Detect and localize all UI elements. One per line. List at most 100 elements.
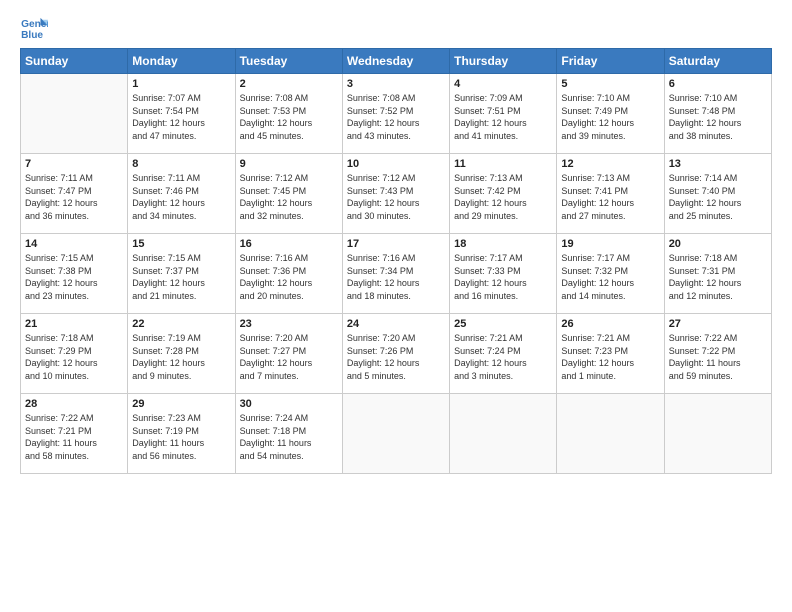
logo: General Blue: [20, 16, 52, 40]
col-header-monday: Monday: [128, 49, 235, 74]
day-cell: 27 Sunrise: 7:22 AM Sunset: 7:22 PM Dayli…: [664, 314, 771, 394]
day-number: 25: [454, 318, 552, 330]
calendar-table: SundayMondayTuesdayWednesdayThursdayFrid…: [20, 48, 772, 474]
day-info: Sunrise: 7:15 AM Sunset: 7:38 PM Dayligh…: [25, 252, 123, 302]
day-cell: 30 Sunrise: 7:24 AM Sunset: 7:18 PM Dayli…: [235, 394, 342, 474]
day-cell: [450, 394, 557, 474]
day-info: Sunrise: 7:16 AM Sunset: 7:36 PM Dayligh…: [240, 252, 338, 302]
day-cell: 14 Sunrise: 7:15 AM Sunset: 7:38 PM Dayli…: [21, 234, 128, 314]
col-header-thursday: Thursday: [450, 49, 557, 74]
day-cell: 11Sunrise: 7:13 AM Sunset: 7:42 PM Dayli…: [450, 154, 557, 234]
day-info: Sunrise: 7:22 AM Sunset: 7:22 PM Dayligh…: [669, 332, 767, 382]
week-row-2: 7 Sunrise: 7:11 AM Sunset: 7:47 PM Daylig…: [21, 154, 772, 234]
day-cell: 4 Sunrise: 7:09 AM Sunset: 7:51 PM Daylig…: [450, 74, 557, 154]
day-info: Sunrise: 7:13 AM Sunset: 7:41 PM Dayligh…: [561, 172, 659, 222]
day-info: Sunrise: 7:22 AM Sunset: 7:21 PM Dayligh…: [25, 412, 123, 462]
col-header-wednesday: Wednesday: [342, 49, 449, 74]
day-info: Sunrise: 7:13 AM Sunset: 7:42 PM Dayligh…: [454, 172, 552, 222]
day-number: 4: [454, 78, 552, 90]
day-number: 27: [669, 318, 767, 330]
day-number: 12: [561, 158, 659, 170]
day-info: Sunrise: 7:11 AM Sunset: 7:46 PM Dayligh…: [132, 172, 230, 222]
day-number: 3: [347, 78, 445, 90]
day-cell: 29Sunrise: 7:23 AM Sunset: 7:19 PM Dayli…: [128, 394, 235, 474]
day-cell: 8 Sunrise: 7:11 AM Sunset: 7:46 PM Daylig…: [128, 154, 235, 234]
day-number: 23: [240, 318, 338, 330]
day-info: Sunrise: 7:10 AM Sunset: 7:48 PM Dayligh…: [669, 92, 767, 142]
day-cell: 13Sunrise: 7:14 AM Sunset: 7:40 PM Dayli…: [664, 154, 771, 234]
day-number: 17: [347, 238, 445, 250]
day-cell: 5 Sunrise: 7:10 AM Sunset: 7:49 PM Daylig…: [557, 74, 664, 154]
day-number: 15: [132, 238, 230, 250]
day-number: 5: [561, 78, 659, 90]
week-row-4: 21Sunrise: 7:18 AM Sunset: 7:29 PM Dayli…: [21, 314, 772, 394]
day-info: Sunrise: 7:16 AM Sunset: 7:34 PM Dayligh…: [347, 252, 445, 302]
col-header-saturday: Saturday: [664, 49, 771, 74]
day-number: 8: [132, 158, 230, 170]
day-cell: 24 Sunrise: 7:20 AM Sunset: 7:26 PM Dayli…: [342, 314, 449, 394]
day-number: 22: [132, 318, 230, 330]
day-info: Sunrise: 7:15 AM Sunset: 7:37 PM Dayligh…: [132, 252, 230, 302]
day-cell: 19 Sunrise: 7:17 AM Sunset: 7:32 PM Dayli…: [557, 234, 664, 314]
day-info: Sunrise: 7:09 AM Sunset: 7:51 PM Dayligh…: [454, 92, 552, 142]
day-number: 18: [454, 238, 552, 250]
day-cell: 3 Sunrise: 7:08 AM Sunset: 7:52 PM Daylig…: [342, 74, 449, 154]
day-cell: 12 Sunrise: 7:13 AM Sunset: 7:41 PM Dayli…: [557, 154, 664, 234]
day-number: 9: [240, 158, 338, 170]
day-cell: 23Sunrise: 7:20 AM Sunset: 7:27 PM Dayli…: [235, 314, 342, 394]
day-number: 7: [25, 158, 123, 170]
day-info: Sunrise: 7:10 AM Sunset: 7:49 PM Dayligh…: [561, 92, 659, 142]
day-number: 1: [132, 78, 230, 90]
day-cell: 16 Sunrise: 7:16 AM Sunset: 7:36 PM Dayli…: [235, 234, 342, 314]
header: General Blue: [20, 16, 772, 40]
day-cell: 2 Sunrise: 7:08 AM Sunset: 7:53 PM Daylig…: [235, 74, 342, 154]
day-info: Sunrise: 7:21 AM Sunset: 7:24 PM Dayligh…: [454, 332, 552, 382]
day-info: Sunrise: 7:08 AM Sunset: 7:52 PM Dayligh…: [347, 92, 445, 142]
day-number: 14: [25, 238, 123, 250]
day-info: Sunrise: 7:17 AM Sunset: 7:33 PM Dayligh…: [454, 252, 552, 302]
day-info: Sunrise: 7:18 AM Sunset: 7:29 PM Dayligh…: [25, 332, 123, 382]
day-number: 16: [240, 238, 338, 250]
day-info: Sunrise: 7:07 AM Sunset: 7:54 PM Dayligh…: [132, 92, 230, 142]
day-info: Sunrise: 7:24 AM Sunset: 7:18 PM Dayligh…: [240, 412, 338, 462]
day-info: Sunrise: 7:23 AM Sunset: 7:19 PM Dayligh…: [132, 412, 230, 462]
col-header-friday: Friday: [557, 49, 664, 74]
day-info: Sunrise: 7:12 AM Sunset: 7:45 PM Dayligh…: [240, 172, 338, 222]
day-cell: 26Sunrise: 7:21 AM Sunset: 7:23 PM Dayli…: [557, 314, 664, 394]
day-cell: 9 Sunrise: 7:12 AM Sunset: 7:45 PM Daylig…: [235, 154, 342, 234]
day-info: Sunrise: 7:20 AM Sunset: 7:26 PM Dayligh…: [347, 332, 445, 382]
day-info: Sunrise: 7:08 AM Sunset: 7:53 PM Dayligh…: [240, 92, 338, 142]
day-info: Sunrise: 7:17 AM Sunset: 7:32 PM Dayligh…: [561, 252, 659, 302]
week-row-5: 28 Sunrise: 7:22 AM Sunset: 7:21 PM Dayli…: [21, 394, 772, 474]
day-number: 28: [25, 398, 123, 410]
col-header-tuesday: Tuesday: [235, 49, 342, 74]
day-number: 20: [669, 238, 767, 250]
day-cell: 20 Sunrise: 7:18 AM Sunset: 7:31 PM Dayli…: [664, 234, 771, 314]
day-cell: 28 Sunrise: 7:22 AM Sunset: 7:21 PM Dayli…: [21, 394, 128, 474]
day-cell: 6 Sunrise: 7:10 AM Sunset: 7:48 PM Daylig…: [664, 74, 771, 154]
svg-text:Blue: Blue: [21, 30, 43, 40]
day-number: 2: [240, 78, 338, 90]
day-cell: 25 Sunrise: 7:21 AM Sunset: 7:24 PM Dayli…: [450, 314, 557, 394]
day-number: 30: [240, 398, 338, 410]
day-cell: [664, 394, 771, 474]
logo-icon: General Blue: [20, 16, 48, 40]
day-cell: [557, 394, 664, 474]
day-number: 6: [669, 78, 767, 90]
col-header-sunday: Sunday: [21, 49, 128, 74]
day-cell: 1 Sunrise: 7:07 AM Sunset: 7:54 PM Daylig…: [128, 74, 235, 154]
week-row-1: 1 Sunrise: 7:07 AM Sunset: 7:54 PM Daylig…: [21, 74, 772, 154]
day-cell: [342, 394, 449, 474]
day-info: Sunrise: 7:12 AM Sunset: 7:43 PM Dayligh…: [347, 172, 445, 222]
day-cell: 15 Sunrise: 7:15 AM Sunset: 7:37 PM Dayli…: [128, 234, 235, 314]
day-cell: 10Sunrise: 7:12 AM Sunset: 7:43 PM Dayli…: [342, 154, 449, 234]
page: General Blue SundayMondayTuesdayWednesda…: [0, 0, 792, 612]
day-info: Sunrise: 7:11 AM Sunset: 7:47 PM Dayligh…: [25, 172, 123, 222]
day-cell: 18 Sunrise: 7:17 AM Sunset: 7:33 PM Dayli…: [450, 234, 557, 314]
week-row-3: 14 Sunrise: 7:15 AM Sunset: 7:38 PM Dayli…: [21, 234, 772, 314]
day-info: Sunrise: 7:18 AM Sunset: 7:31 PM Dayligh…: [669, 252, 767, 302]
day-cell: 21Sunrise: 7:18 AM Sunset: 7:29 PM Dayli…: [21, 314, 128, 394]
day-number: 19: [561, 238, 659, 250]
day-number: 24: [347, 318, 445, 330]
day-number: 26: [561, 318, 659, 330]
